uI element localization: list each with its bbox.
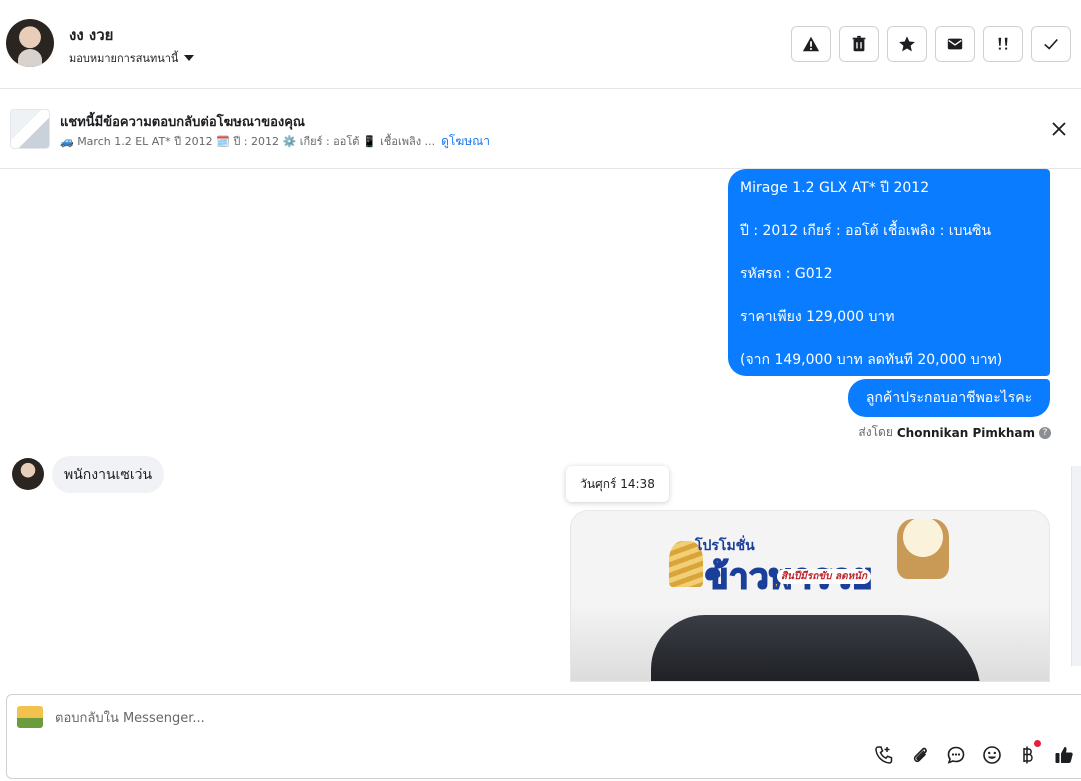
delete-button[interactable] (839, 26, 879, 62)
call-button[interactable] (873, 744, 895, 766)
ad-banner-title: แชทนี้มีข้อความตอบกลับต่อโฆษณาของคุณ (60, 115, 305, 130)
saved-replies-icon (947, 746, 965, 764)
sent-by-label: ส่งโดย Chonnikan Pimkham ? (858, 423, 1051, 442)
notification-dot (1034, 740, 1041, 747)
star-button[interactable] (887, 26, 927, 62)
payment-button[interactable] (1017, 740, 1041, 766)
follow-up-button[interactable] (983, 26, 1023, 62)
car-graphic (651, 615, 981, 681)
trash-icon (852, 35, 866, 52)
ad-reply-banner: แชทนี้มีข้อความตอบกลับต่อโฆษณาของคุณ 🚙 M… (0, 89, 1081, 169)
like-icon (1055, 747, 1073, 763)
follow-up-icon (998, 37, 1008, 50)
rice-sack-graphic (897, 519, 949, 579)
envelope-icon (947, 38, 963, 50)
ad-summary: 🚙 March 1.2 EL AT* ปี 2012 🗓️ ปี : 2012 … (60, 135, 436, 148)
star-icon (899, 36, 915, 52)
header-actions (791, 26, 1071, 62)
attach-icon (913, 747, 927, 763)
composer-tools (873, 740, 1075, 766)
call-icon (875, 746, 893, 764)
contact-name[interactable]: งง งวย (69, 23, 113, 47)
like-button[interactable] (1053, 744, 1075, 766)
assign-label: มอบหมายการสนทนานี้ (69, 52, 179, 65)
contact-avatar-small[interactable] (12, 458, 44, 490)
message-line: (จาก 149,000 บาท ลดทันที 20,000 บาท) (740, 352, 1003, 368)
help-icon[interactable]: ? (1039, 426, 1051, 439)
conversation-header: งง งวย มอบหมายการสนทนานี้ (0, 0, 1081, 89)
assign-conversation-dropdown[interactable]: มอบหมายการสนทนานี้ (69, 49, 195, 67)
reply-composer (6, 694, 1081, 779)
mark-spam-button[interactable] (791, 26, 831, 62)
sent-by-name: Chonnikan Pimkham (896, 425, 1035, 440)
promo-image-attachment[interactable]: โปรโมชั่น ข้าวพารวย สินปีมีรถขับ ลดหนัก (570, 510, 1050, 682)
outgoing-message-bubble[interactable]: ลูกค้าประกอบอาชีพอะไรคะ (848, 379, 1050, 417)
saved-replies-button[interactable] (945, 744, 967, 766)
sent-by-prefix: ส่งโดย (858, 425, 893, 439)
chevron-down-icon (184, 55, 195, 61)
mark-done-button[interactable] (1031, 26, 1071, 62)
outgoing-message-bubble[interactable]: Mirage 1.2 GLX AT* ปี 2012 ปี : 2012 เกี… (728, 169, 1050, 376)
check-icon (1044, 38, 1058, 50)
contact-avatar[interactable] (6, 19, 54, 67)
ad-banner-subtitle: 🚙 March 1.2 EL AT* ปี 2012 🗓️ ปี : 2012 … (60, 132, 490, 151)
view-ad-link[interactable]: ดูโฆษณา (441, 134, 490, 148)
incoming-message-bubble[interactable]: พนักงานเซเว่น (52, 456, 165, 493)
mark-unread-button[interactable] (935, 26, 975, 62)
side-panel-edge[interactable] (1071, 466, 1081, 666)
page-logo (17, 706, 43, 728)
ad-thumbnail[interactable] (10, 109, 50, 149)
payment-icon (1023, 746, 1033, 764)
message-line: รหัสรถ : G012 (740, 266, 833, 282)
message-line: Mirage 1.2 GLX AT* ปี 2012 (740, 180, 930, 196)
close-icon[interactable] (1051, 121, 1067, 137)
reply-input[interactable] (55, 707, 955, 729)
promo-tagline: สินปีมีรถขับ ลดหนัก (777, 569, 872, 584)
emoji-button[interactable] (981, 744, 1003, 766)
message-line: ปี : 2012 เกียร์ : ออโต้ เชื้อเพลิง : เบ… (740, 223, 992, 239)
warning-icon (802, 36, 820, 52)
message-line: ราคาเพียง 129,000 บาท (740, 309, 895, 325)
emoji-icon (983, 746, 1001, 764)
timestamp-tooltip: วันศุกร์ 14:38 (566, 466, 669, 502)
attach-button[interactable] (909, 744, 931, 766)
message-thread[interactable]: Mirage 1.2 GLX AT* ปี 2012 ปี : 2012 เกี… (0, 169, 1081, 682)
